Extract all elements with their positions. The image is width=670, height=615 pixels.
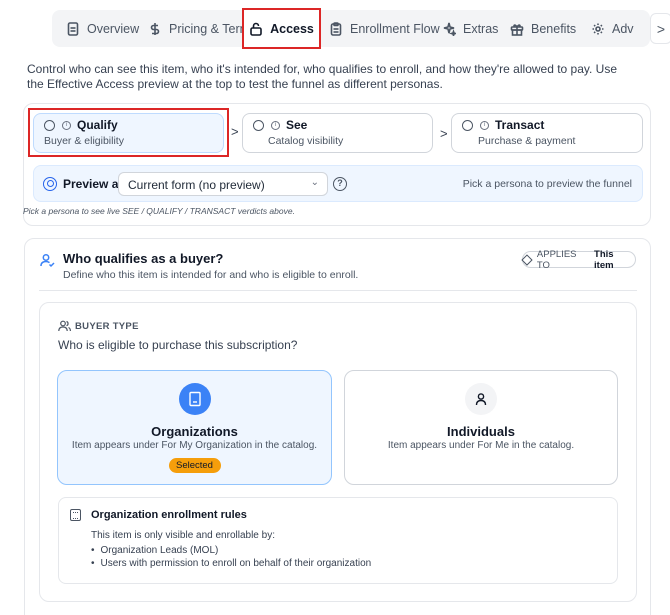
tab-access[interactable]: Access (242, 8, 321, 49)
tab-scroll-area: > (642, 10, 670, 47)
applies-prefix: APPLIES TO (536, 248, 577, 271)
funnel-step-see[interactable]: i See Catalog visibility (242, 113, 433, 153)
tab-pricing-term[interactable]: Pricing & Term (148, 10, 250, 47)
building-icon (178, 383, 211, 415)
selected-badge: Selected (168, 458, 221, 473)
option-title: Individuals (447, 424, 515, 439)
users-icon (58, 320, 71, 332)
document-icon (67, 21, 79, 36)
tab-benefits[interactable]: Benefits (510, 10, 576, 47)
tab-extras[interactable]: Extras (442, 10, 498, 47)
preview-hint: Pick a persona to preview the funnel (462, 178, 632, 190)
option-title: Organizations (151, 424, 238, 439)
funnel-note: Pick a persona to see live SEE / QUALIFY… (23, 206, 295, 216)
info-icon: i (271, 120, 280, 130)
info-icon: i (480, 120, 489, 130)
user-check-icon (40, 254, 55, 268)
lock-icon (250, 22, 262, 36)
step-title: See (286, 118, 308, 132)
tab-label: Access (270, 21, 314, 36)
step-title: Transact (495, 118, 545, 132)
option-individuals[interactable]: Individuals Item appears under For Me in… (344, 370, 618, 485)
tab-label: Overview (87, 21, 140, 36)
step-subtitle: Purchase & payment (478, 135, 576, 147)
buyer-type-label: BUYER TYPE (75, 321, 139, 332)
applies-target: This item (594, 248, 614, 271)
user-circle-icon (43, 177, 57, 191)
persona-select-value: Current form (no preview) (128, 178, 265, 192)
gear-icon (592, 23, 604, 34)
list-item: Users with permission to enroll on behal… (91, 558, 372, 571)
tab-overview[interactable]: Overview (66, 10, 139, 47)
sparkles-icon (443, 22, 456, 36)
applies-to-badge: APPLIES TO This item (521, 248, 636, 271)
user-icon (465, 383, 497, 415)
buyer-type-question: Who is eligible to purchase this subscri… (58, 338, 298, 352)
step-subtitle: Catalog visibility (268, 135, 344, 147)
intro-text: Control who can see this item, who it's … (27, 62, 618, 91)
tab-label: Adv (612, 21, 634, 36)
cube-icon (521, 253, 533, 266)
funnel-step-transact[interactable]: i Transact Purchase & payment (451, 113, 643, 153)
chevron-right-icon: > (440, 126, 448, 141)
highlight-box (28, 108, 229, 157)
preview-label: Preview as (63, 177, 126, 191)
tab-label: Benefits (531, 21, 577, 36)
section-subtitle: Define who this item is intended for and… (63, 269, 359, 281)
tab-bar: Overview Pricing & Term Access Enrollmen… (52, 8, 670, 49)
option-organizations[interactable]: Organizations Item appears under For My … (57, 370, 332, 485)
tab-enrollment-flow[interactable]: Enrollment Flow (329, 10, 440, 47)
rules-title: Organization enrollment rules (91, 509, 247, 521)
chevron-right-icon: > (656, 20, 666, 37)
radio-icon (253, 119, 264, 131)
tab-scroll-right-button[interactable]: > (650, 13, 670, 44)
persona-select[interactable]: Current form (no preview) ⌄ (118, 172, 328, 196)
tab-advanced[interactable]: Adv (591, 10, 635, 47)
rules-intro: This item is only visible and enrollable… (91, 530, 275, 541)
help-icon[interactable]: ? (333, 177, 347, 191)
tab-label: Enrollment Flow (350, 21, 440, 36)
preview-bar: Preview as Current form (no preview) ⌄ ?… (33, 165, 643, 202)
clipboard-icon (330, 21, 342, 36)
rules-list: Organization Leads (MOL) Users with perm… (91, 545, 372, 571)
gift-icon (510, 23, 524, 36)
section-title: Who qualifies as a buyer? (63, 251, 224, 266)
chevron-right-icon: > (231, 124, 239, 139)
option-desc: Item appears under For Me in the catalog… (387, 440, 575, 451)
building-icon (70, 509, 81, 521)
divider (39, 290, 637, 291)
radio-icon (462, 119, 473, 131)
dollar-icon (150, 22, 160, 35)
list-item: Organization Leads (MOL) (91, 545, 371, 558)
tab-label: Extras (463, 21, 499, 36)
chevron-down-icon: ⌄ (310, 177, 319, 188)
tab-label: Pricing & Term (169, 21, 251, 36)
option-desc: Item appears under For My Organization i… (71, 440, 318, 451)
